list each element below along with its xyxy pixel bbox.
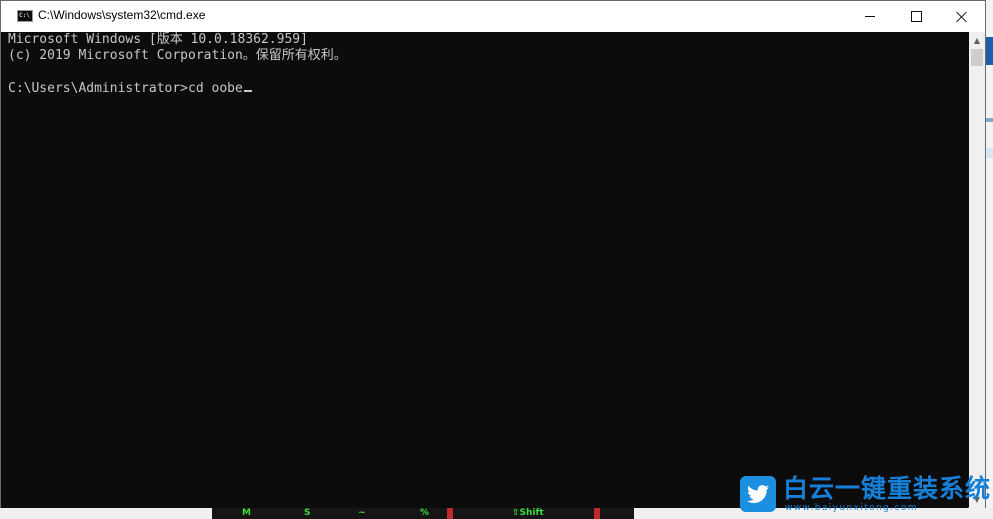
watermark-url: www.baiyunxitong.com (785, 503, 918, 513)
scrollbar-thumb[interactable] (971, 49, 983, 66)
background-divider (986, 148, 993, 158)
close-icon (956, 11, 968, 23)
game-key-label: M (242, 508, 251, 518)
game-key-label: ⇧Shift (512, 508, 544, 518)
title-bar[interactable]: C:\ C:\Windows\system32\cmd.exe (1, 1, 985, 32)
text-cursor (243, 90, 252, 92)
background-red-key (594, 508, 600, 519)
game-key-label: % (420, 508, 430, 518)
close-button[interactable] (939, 1, 985, 32)
console-input-line[interactable]: C:\Users\Administrator>cd oobe (8, 81, 252, 97)
watermark: 白云一键重装系统 www.baiyunxitong.com (740, 475, 990, 513)
console-copyright-line: (c) 2019 Microsoft Corporation。保留所有权利。 (8, 48, 347, 63)
console-output[interactable]: Microsoft Windows [版本 10.0.18362.959] (c… (1, 32, 968, 508)
maximize-icon (910, 11, 922, 22)
background-red-key (447, 508, 453, 519)
watermark-title: 白云一键重装系统 (783, 474, 992, 503)
cmd-window[interactable]: C:\ C:\Windows\system32\cmd.exe Microsof… (0, 0, 986, 508)
minimize-icon (865, 16, 875, 17)
maximize-button[interactable] (893, 1, 939, 32)
console-prompt: C:\Users\Administrator> (8, 81, 189, 96)
background-tab (986, 37, 993, 65)
console-command[interactable]: cd oobe (188, 81, 243, 96)
twitter-bird-icon (740, 476, 776, 512)
scroll-up-arrow-icon[interactable]: ▲ (969, 32, 985, 49)
background-window-edge (986, 0, 993, 508)
background-divider (986, 118, 993, 122)
vertical-scrollbar[interactable]: ▲ ▼ (969, 32, 985, 508)
window-title: C:\Windows\system32\cmd.exe (38, 8, 206, 22)
minimize-button[interactable] (847, 1, 893, 32)
background-game-window: M S ~ % ⇧Shift (212, 508, 634, 519)
game-key-label: S (304, 508, 311, 518)
game-key-label: ~ (358, 508, 366, 518)
console-version-line: Microsoft Windows [版本 10.0.18362.959] (8, 32, 308, 47)
cmd-app-icon[interactable]: C:\ (17, 10, 33, 22)
